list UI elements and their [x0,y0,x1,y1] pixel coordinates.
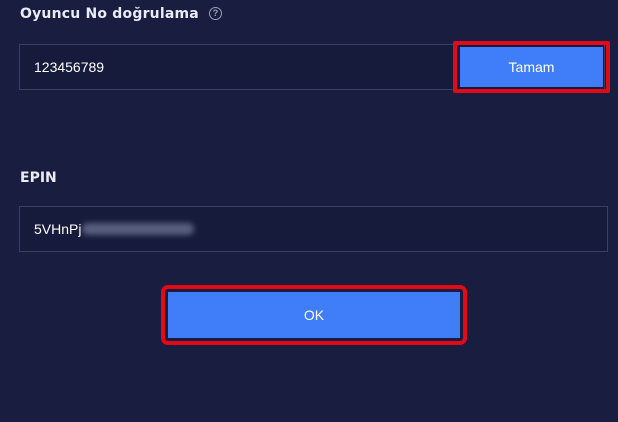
confirm-button[interactable]: Tamam [460,47,603,87]
epin-redacted-mask [82,223,195,235]
player-verification-header: Oyuncu No doğrulama ? [20,6,222,22]
epin-input[interactable]: 5VHnPj [19,206,608,252]
epin-label: EPIN [20,170,57,186]
question-circle-icon[interactable]: ? [208,6,222,20]
epin-value: 5VHnPj [34,221,82,237]
player-verification-label: Oyuncu No doğrulama [20,6,199,22]
player-id-value: 123456789 [34,59,105,75]
ok-button[interactable]: OK [168,292,460,338]
